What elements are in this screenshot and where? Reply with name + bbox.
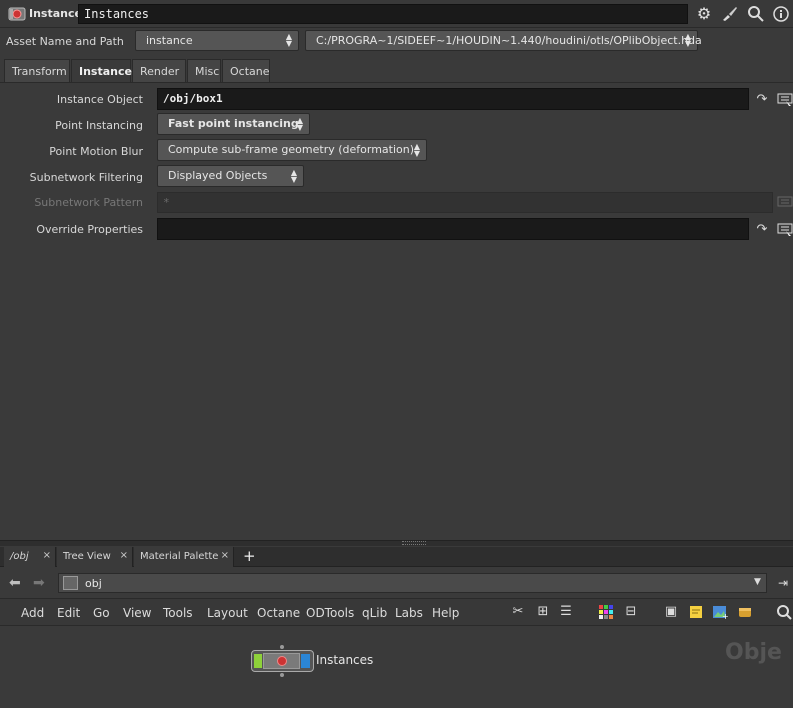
sticky-note-icon[interactable] (688, 604, 704, 620)
add-tab-icon[interactable]: + (243, 548, 256, 564)
menu-help[interactable]: Help (432, 606, 459, 620)
updown-arrows-icon: ▲ ▼ (296, 116, 303, 132)
wrench-icon[interactable]: ✂ (510, 604, 526, 620)
chevron-down-icon[interactable]: ▼ (754, 577, 761, 587)
menu-tools[interactable]: Tools (163, 606, 193, 620)
menu-labs[interactable]: Labs (395, 606, 423, 620)
menu-odtools[interactable]: ODTools (306, 606, 354, 620)
network-context-watermark: Obje (725, 640, 782, 665)
menu-octane[interactable]: Octane (257, 606, 300, 620)
svg-text:+: + (722, 612, 728, 620)
asset-name-dropdown[interactable]: instance ▲ ▼ (135, 30, 299, 51)
asset-path-value: C:/PROGRA~1/SIDEEF~1/HOUDIN~1.440/houdin… (316, 34, 702, 47)
updown-arrows-icon: ▲ ▼ (290, 168, 297, 184)
tab-tree-view[interactable]: Tree View × (57, 547, 133, 567)
gear-icon[interactable]: ⚙ (695, 5, 713, 23)
jump-arrow-icon[interactable]: ↷ (754, 92, 770, 108)
menu-edit[interactable]: Edit (57, 606, 80, 620)
network-path-field[interactable]: obj (58, 573, 767, 593)
search-icon[interactable] (747, 5, 765, 23)
point-motion-blur-value: Compute sub-frame geometry (deformation) (168, 143, 415, 156)
updown-arrows-icon: ▲ ▼ (413, 142, 420, 158)
asset-name-path-label: Asset Name and Path (6, 35, 124, 48)
node-display-flag[interactable] (254, 654, 262, 668)
point-instancing-label: Point Instancing (55, 119, 143, 132)
point-instancing-value: Fast point instancing (168, 117, 299, 130)
pane-splitter[interactable] (0, 540, 793, 546)
tab-misc[interactable]: Misc (187, 59, 221, 82)
updown-arrows-icon: ▲ ▼ (285, 32, 292, 48)
tab-divider (0, 82, 793, 83)
tab-render[interactable]: Render (132, 59, 186, 82)
tab-octane[interactable]: Octane (222, 59, 270, 82)
node-input-connector[interactable] (280, 645, 284, 649)
node-type-label: Instance (29, 7, 82, 20)
pin-icon[interactable]: ⇥ (778, 576, 788, 590)
close-icon[interactable]: × (120, 550, 128, 561)
node-render-flag[interactable] (301, 654, 310, 668)
subnetwork-pattern-field: * (157, 192, 773, 213)
info-icon[interactable] (772, 5, 790, 23)
menu-add[interactable]: Add (21, 606, 44, 620)
obj-context-icon (63, 576, 78, 590)
menu-qlib[interactable]: qLib (362, 606, 387, 620)
point-motion-blur-label: Point Motion Blur (49, 145, 143, 158)
close-icon[interactable]: × (43, 550, 51, 561)
tab-obj[interactable]: /obj × (4, 547, 56, 567)
menu-go[interactable]: Go (93, 606, 110, 620)
network-menu-bar: Add Edit Go View Tools Layout Octane ODT… (0, 598, 793, 626)
tab-instance[interactable]: Instance (71, 59, 132, 83)
jump-arrow-icon[interactable]: ↷ (754, 222, 770, 238)
override-properties-field[interactable] (157, 218, 749, 240)
instance-object-field[interactable]: /obj/box1 (157, 88, 749, 110)
image-icon[interactable]: + (712, 604, 729, 621)
splitter-handle[interactable] (402, 541, 426, 545)
list-icon[interactable]: ☰ (558, 604, 574, 620)
menu-view[interactable]: View (123, 606, 151, 620)
tab-material-palette-label: Material Palette (140, 551, 219, 562)
network-editor[interactable] (0, 627, 793, 708)
shape-palette-icon[interactable]: ⊟ (623, 604, 639, 620)
asset-name-value: instance (146, 34, 193, 47)
point-motion-blur-dropdown[interactable]: Compute sub-frame geometry (deformation)… (157, 139, 427, 161)
point-instancing-dropdown[interactable]: Fast point instancing ▲ ▼ (157, 113, 310, 135)
close-icon[interactable]: × (221, 550, 229, 561)
node-chooser-icon-disabled (777, 194, 793, 210)
box-icon[interactable] (737, 604, 753, 620)
tab-material-palette[interactable]: Material Palette × (134, 547, 234, 567)
forward-arrow-icon[interactable]: ➡ (33, 575, 45, 591)
updown-arrows-icon: ▲ ▼ (684, 32, 691, 48)
tab-tree-view-label: Tree View (63, 551, 111, 562)
color-palette-icon[interactable] (598, 604, 614, 620)
asset-path-dropdown[interactable]: C:/PROGRA~1/SIDEEF~1/HOUDIN~1.440/houdin… (305, 30, 702, 51)
node-label: Instances (316, 653, 374, 667)
subnetwork-pattern-label: Subnetwork Pattern (34, 196, 143, 209)
node-name-field[interactable]: Instances (78, 4, 688, 24)
node-chooser-icon[interactable] (777, 221, 793, 237)
override-properties-label: Override Properties (36, 223, 143, 236)
instance-object-label: Instance Object (56, 93, 143, 106)
menu-layout[interactable]: Layout (207, 606, 248, 620)
back-arrow-icon[interactable]: ⬅ (9, 575, 21, 591)
subnetwork-filtering-label: Subnetwork Filtering (29, 171, 143, 184)
node-chooser-icon[interactable] (777, 91, 793, 107)
tab-transform[interactable]: Transform (4, 59, 70, 82)
subnetwork-filtering-dropdown[interactable]: Displayed Objects ▲ ▼ (157, 165, 304, 187)
instance-node-icon (8, 6, 26, 22)
tree-layout-icon[interactable]: ⊞ (535, 604, 551, 620)
tab-obj-label: /obj (10, 551, 29, 562)
instance-node-icon (277, 656, 287, 666)
subnetwork-filtering-value: Displayed Objects (168, 169, 268, 182)
network-pane-tabs: /obj × Tree View × Material Palette × (0, 547, 793, 567)
node-output-connector[interactable] (280, 673, 284, 677)
search-icon[interactable] (776, 604, 792, 620)
brush-icon[interactable] (720, 5, 738, 23)
network-box-icon[interactable]: ▣ (663, 604, 679, 620)
